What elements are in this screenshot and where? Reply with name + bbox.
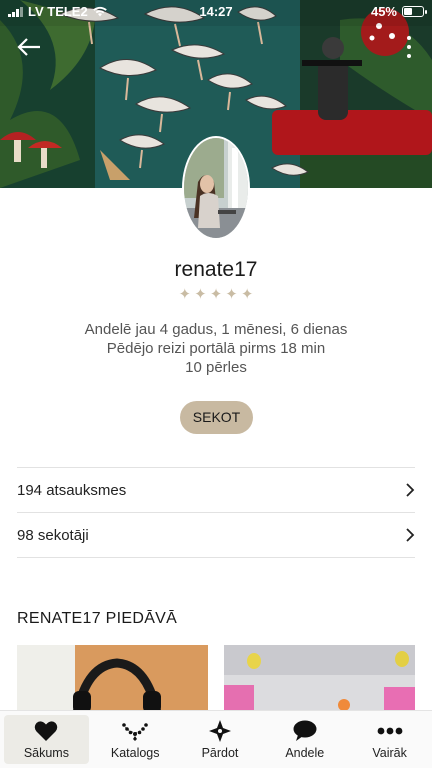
- more-horizontal-icon: [377, 727, 402, 734]
- clock: 14:27: [199, 4, 233, 19]
- nav-label: Sākums: [23, 745, 69, 760]
- more-options-button[interactable]: [404, 36, 414, 58]
- product-card[interactable]: [17, 645, 208, 713]
- product-image: [224, 645, 415, 713]
- reviews-row[interactable]: 194 atsauksmes: [17, 468, 415, 513]
- star-icon: ✦: [178, 286, 192, 303]
- star-icon: ✦: [194, 286, 207, 303]
- battery-icon: [402, 6, 427, 17]
- offers-grid: [17, 645, 415, 713]
- last-seen-text: Pēdējo reizi portālā pirms 18 min: [106, 340, 326, 357]
- chevron-right-icon: [406, 483, 415, 497]
- product-card[interactable]: [224, 645, 415, 713]
- follow-button[interactable]: SEKOT: [180, 401, 253, 434]
- nav-item-andele[interactable]: Andele: [262, 711, 347, 768]
- back-button[interactable]: [14, 32, 44, 62]
- followers-label: 98 sekotāji: [17, 526, 89, 544]
- pearls-count-text: 10 pērles: [185, 359, 247, 376]
- chevron-right-icon: [406, 528, 415, 542]
- followers-row[interactable]: 98 sekotāji: [17, 513, 415, 558]
- bottom-navigation: Sākums Katalogs Pārdot Andele Vairāk: [0, 710, 432, 768]
- diamond-star-icon: [208, 719, 231, 742]
- profile-info: Andelē jau 4 gadus, 1 mēnesi, 6 dienas P…: [0, 320, 432, 377]
- profile-links-list: 194 atsauksmes 98 sekotāji: [17, 467, 415, 558]
- nav-item-more[interactable]: Vairāk: [347, 711, 432, 768]
- star-icon: ✦: [240, 286, 254, 303]
- more-vertical-icon: [407, 36, 411, 40]
- chat-bubble-icon: [293, 720, 317, 741]
- member-since-text: Andelē jau 4 gadus, 1 mēnesi, 6 dienas: [84, 321, 348, 338]
- avatar-photo: [184, 138, 248, 238]
- offers-section-title: RENATE17 PIEDĀVĀ: [17, 610, 178, 627]
- nav-label: Andele: [285, 745, 325, 760]
- rating-stars: ✦ ✦ ✦ ✦ ✦: [0, 287, 432, 303]
- heart-icon: [35, 720, 58, 741]
- necklace-icon: [122, 722, 148, 741]
- nav-label: Pārdot: [201, 745, 239, 760]
- status-bar: LV TELE2 14:27 45%: [0, 0, 432, 22]
- avatar[interactable]: [182, 136, 250, 240]
- battery-percentage: 45%: [370, 4, 397, 19]
- star-icon: ✦: [209, 286, 223, 303]
- reviews-label: 194 atsauksmes: [17, 481, 127, 499]
- nav-item-catalog[interactable]: Katalogs: [93, 711, 178, 768]
- arrow-left-icon: [17, 38, 40, 56]
- nav-label: Katalogs: [110, 745, 160, 760]
- product-image: [17, 645, 208, 713]
- username: renate17: [174, 258, 258, 281]
- star-icon: ✦: [225, 286, 238, 303]
- nav-item-sell[interactable]: Pārdot: [178, 711, 263, 768]
- nav-item-home[interactable]: Sākums: [4, 715, 89, 764]
- nav-label: Vairāk: [372, 745, 407, 760]
